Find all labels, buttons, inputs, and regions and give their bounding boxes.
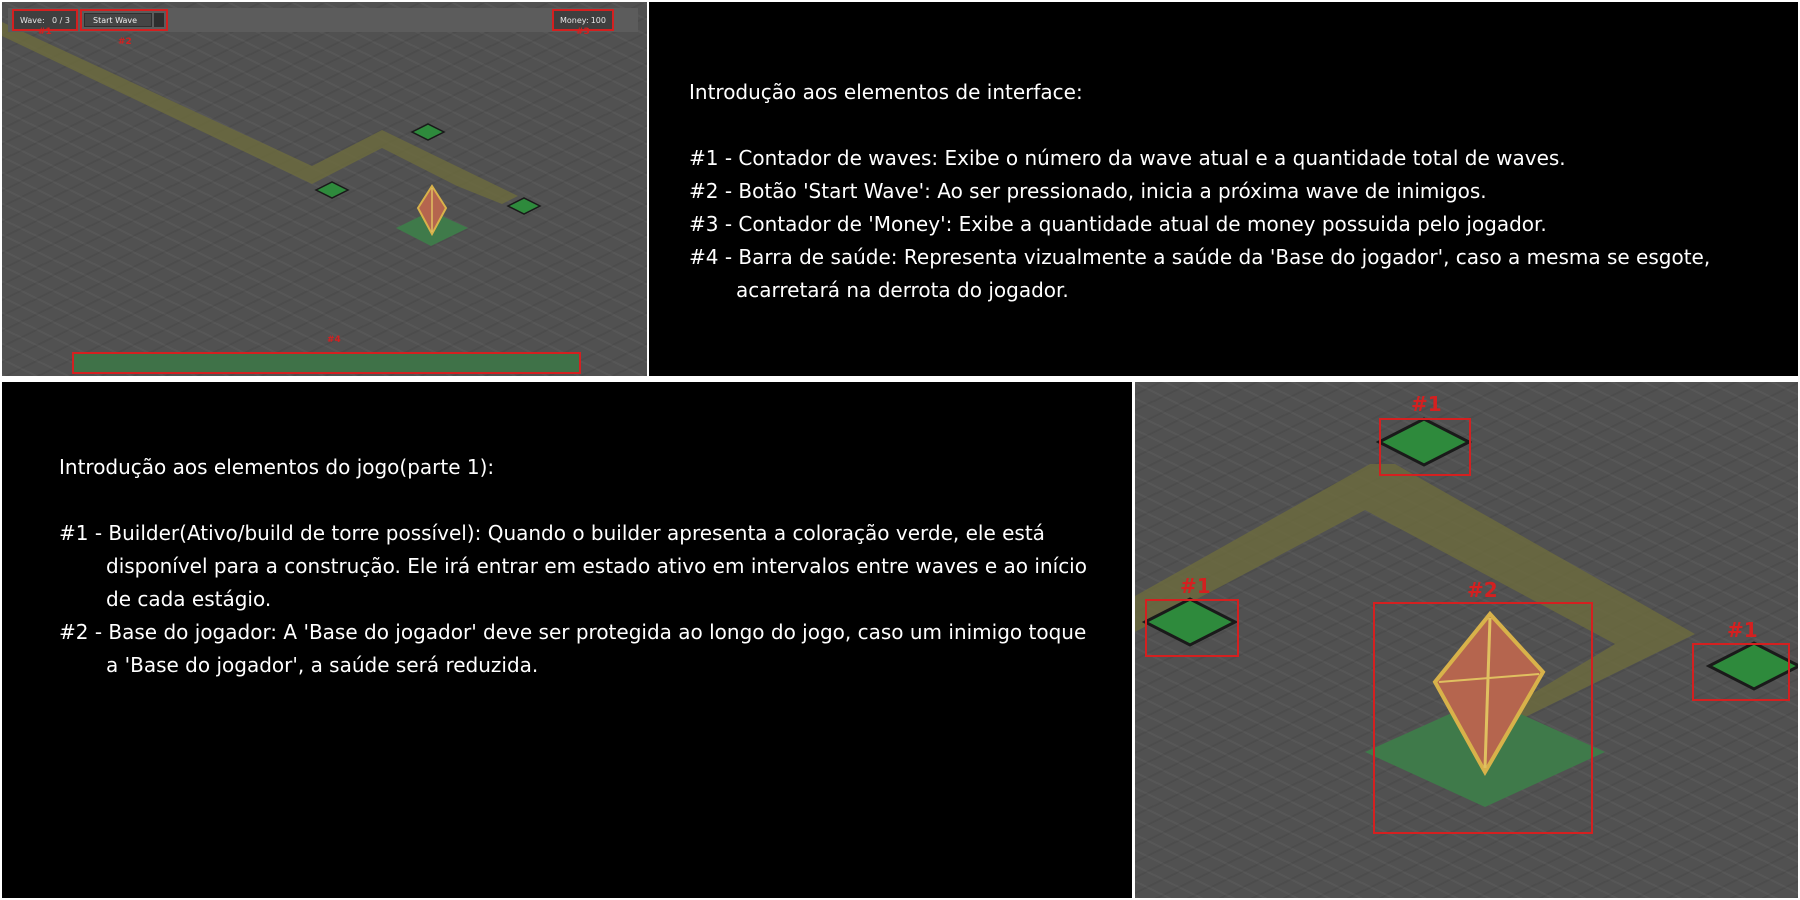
enemy-path [2,22,518,204]
ui-intro-item: #4 - Barra de saúde: Representa vizualme… [689,245,1711,302]
ui-intro-item: #1 - Contador de waves: Exibe o número d… [689,146,1566,170]
builder-tile[interactable] [410,123,446,141]
player-base [396,184,468,246]
game-intro-title: Introdução aos elementos do jogo(parte 1… [59,455,495,479]
callout-box-base [1373,602,1593,834]
callout-label: #1 [1180,574,1211,598]
callout-label: #1 [1727,618,1758,642]
callout-box-builder [1692,643,1790,701]
callout-label: #2 [1467,578,1498,602]
builder-tile[interactable] [314,181,350,199]
game-intro-item: #1 - Builder(Ativo/build de torre possív… [59,521,1087,611]
ui-intro-item: #2 - Botão 'Start Wave': Ao ser pression… [689,179,1487,203]
game-intro-item: #2 - Base do jogador: A 'Base do jogador… [59,620,1087,677]
ui-intro-panel: Introdução aos elementos de interface: #… [649,2,1798,376]
builder-tile[interactable] [506,197,542,215]
ui-intro-item: #3 - Contador de 'Money': Exibe a quanti… [689,212,1547,236]
callout-label: #2 [118,37,132,47]
callout-box-builder [1379,418,1471,476]
game-elements-zoom: #1 #1 #2 #1 [1135,382,1798,898]
callout-label: #4 [327,335,341,345]
game-intro-text: Introdução aos elementos do jogo(parte 1… [59,451,1099,682]
callout-label: #1 [38,27,52,37]
callout-label: #1 [1411,392,1442,416]
map-scene [2,22,542,246]
callout-box-health [72,352,581,374]
game-ui-screenshot: Wave: 0 / 3 Start Wave Money: 100 #1 #2 … [2,2,647,376]
ui-intro-title: Introdução aos elementos de interface: [689,80,1083,104]
callout-box-builder [1145,599,1239,657]
game-intro-panel: Introdução aos elementos do jogo(parte 1… [2,382,1132,898]
ui-intro-text: Introdução aos elementos de interface: #… [689,76,1769,307]
callout-label: #3 [576,27,590,37]
callout-box-start-wave [80,9,168,31]
